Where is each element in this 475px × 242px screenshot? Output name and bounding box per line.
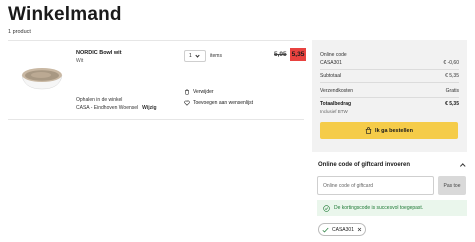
order-summary: Online code CASA301 € -0,60 Subtotaal € … <box>312 40 467 152</box>
total-value: € 5,35 <box>445 101 459 107</box>
vat-note: Inclusief BTW <box>320 109 348 114</box>
product-count: 1 product <box>8 29 31 35</box>
quantity-unit: items <box>210 53 222 59</box>
giftcard-header: Online code of giftcard invoeren <box>318 162 411 168</box>
pickup-label: Ophalen in de winkel <box>76 97 123 103</box>
chevron-down-icon <box>195 52 200 58</box>
subtotal-value: € 5,35 <box>445 73 459 79</box>
check-circle-icon <box>323 204 330 212</box>
subtotal-label: Subtotaal <box>320 73 342 79</box>
subtotal-row: Subtotaal € 5,35 <box>320 73 459 79</box>
product-name[interactable]: NORDIC Bowl wit <box>76 50 122 56</box>
success-message: De kortingscode is succesvol toegepast. <box>317 200 467 216</box>
success-text: De kortingscode is succesvol toegepast. <box>334 205 424 211</box>
online-code-value-row: CASA301 € -0,60 <box>320 60 459 66</box>
online-code-row: Online code <box>320 52 459 58</box>
change-store-link[interactable]: Wijzig <box>142 105 156 111</box>
heart-icon <box>184 100 190 106</box>
summary-divider <box>320 97 459 98</box>
pickup-store: CASA - Eindhoven Woensel Wijzig <box>76 105 157 111</box>
sale-price-badge: 5,35 <box>290 48 306 61</box>
trash-icon <box>185 89 189 95</box>
shipping-label: Verzendkosten <box>320 88 354 94</box>
giftcard-code-input[interactable]: Online code of giftcard <box>317 176 434 195</box>
shipping-value: Gratis <box>445 88 459 94</box>
check-icon <box>322 227 329 233</box>
checkout-label: Ik ga bestellen <box>375 127 413 134</box>
apply-code-button[interactable]: Pas toe <box>438 176 466 195</box>
close-icon[interactable] <box>357 227 362 232</box>
quantity-value: 1 <box>189 53 192 59</box>
shopping-bag-icon <box>365 127 372 134</box>
remove-button[interactable]: Verwijder <box>184 89 214 95</box>
online-code-value: CASA301 <box>320 60 342 66</box>
shipping-row: Verzendkosten Gratis <box>320 88 459 94</box>
giftcard-input-placeholder: Online code of giftcard <box>323 182 374 189</box>
add-to-wishlist-button[interactable]: Toevoegen aan wensenlijst <box>184 100 253 106</box>
product-image[interactable] <box>20 51 64 95</box>
summary-divider <box>320 82 459 83</box>
giftcard-section-toggle[interactable]: Online code of giftcard invoeren <box>318 162 466 169</box>
chevron-up-icon <box>459 163 465 169</box>
remove-label: Verwijder <box>193 89 214 95</box>
applied-code-label: CASA301 <box>332 226 354 233</box>
old-price: 5,95 <box>274 51 287 58</box>
vat-note-row: Inclusief BTW <box>320 109 459 114</box>
online-code-discount: € -0,60 <box>443 60 459 66</box>
total-label: Totaalbedrag <box>320 101 352 107</box>
product-color: Wit <box>76 58 84 64</box>
applied-code-chip[interactable]: CASA301 <box>318 223 366 236</box>
wishlist-label: Toevoegen aan wensenlijst <box>193 100 254 106</box>
summary-divider <box>320 69 459 70</box>
apply-code-label: Pas toe <box>443 182 461 189</box>
page-title: Winkelmand <box>8 4 122 25</box>
online-code-label: Online code <box>320 52 347 58</box>
checkout-button[interactable]: Ik ga bestellen <box>320 122 458 139</box>
pickup-store-name: CASA - Eindhoven Woensel <box>76 105 139 111</box>
cart-item: NORDIC Bowl wit Wit Ophalen in de winkel… <box>8 40 306 120</box>
total-row: Totaalbedrag € 5,35 <box>320 101 459 107</box>
quantity-select[interactable]: 1 <box>184 50 206 62</box>
